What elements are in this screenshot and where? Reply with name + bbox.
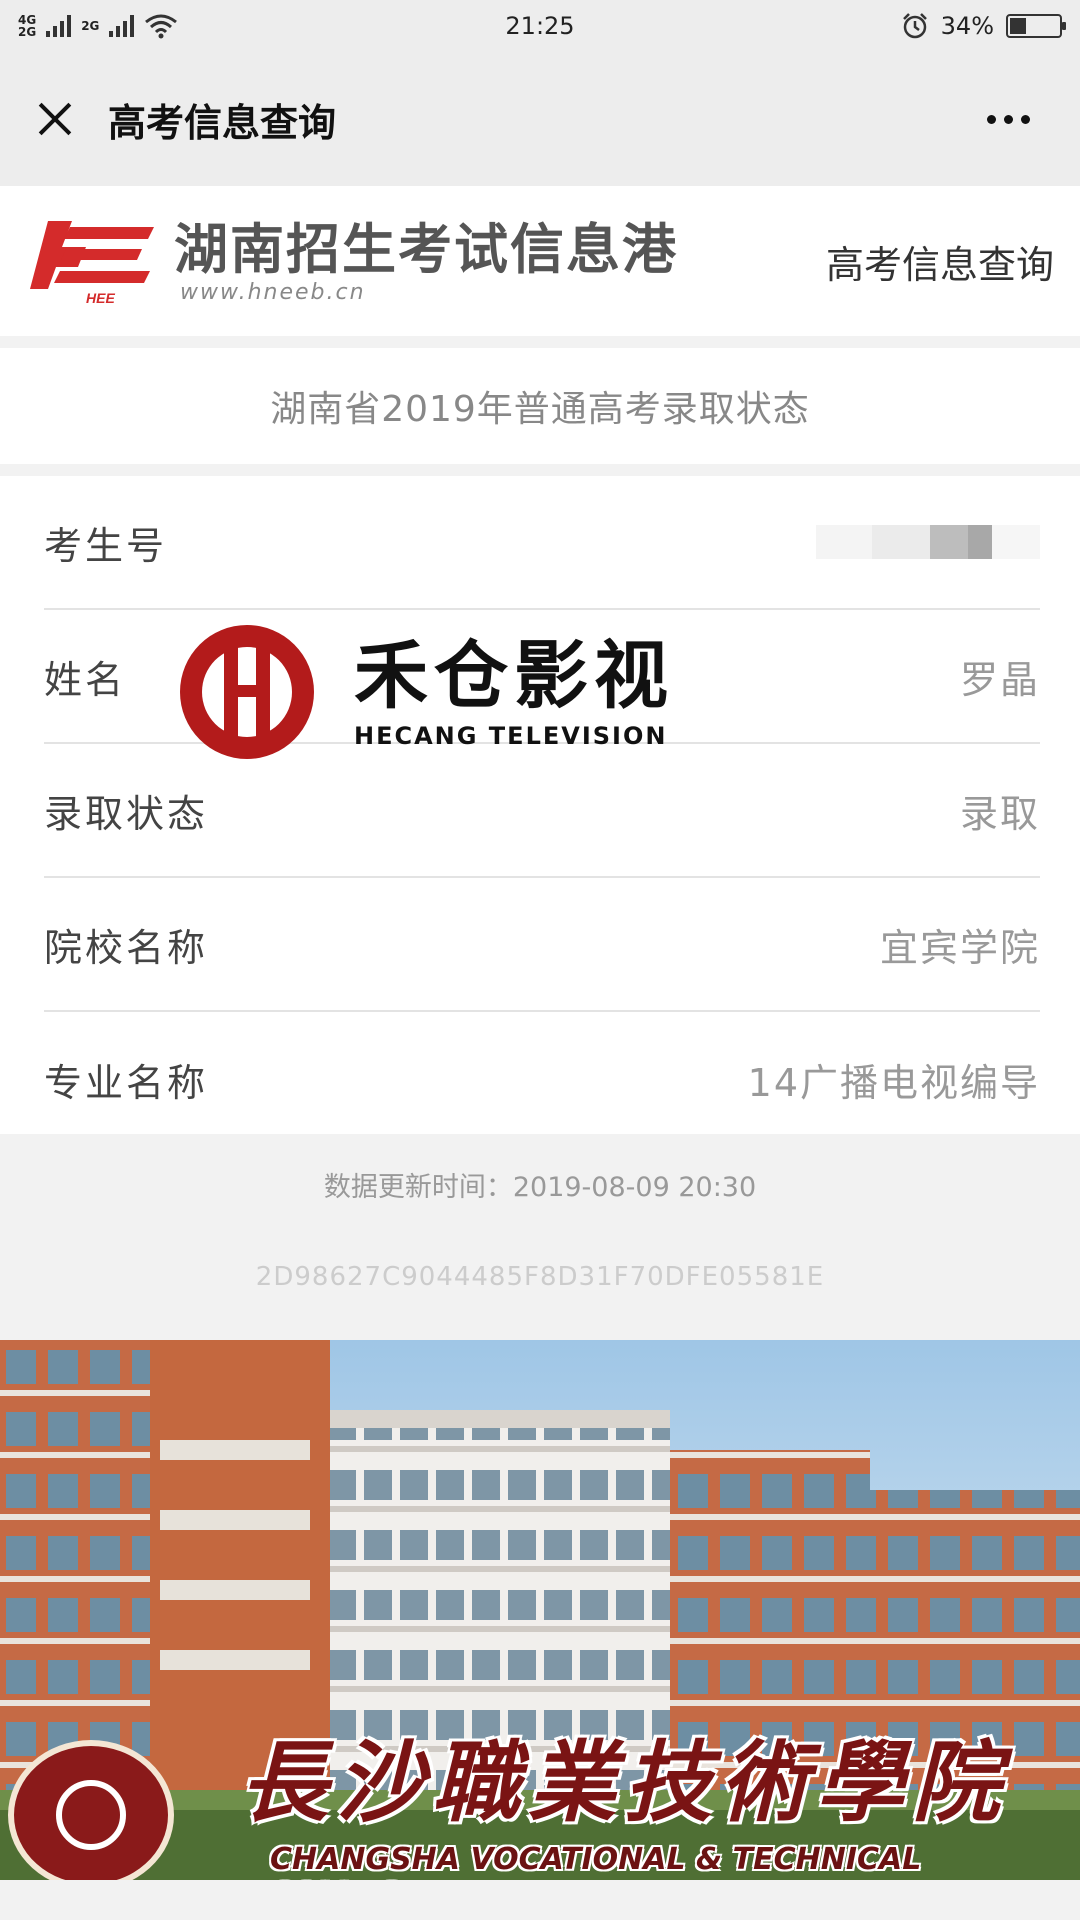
alarm-icon [902, 13, 927, 39]
network-type-bottom: 2G [18, 25, 37, 39]
watermark-logo-icon [180, 625, 314, 759]
row-school-name: 院校名称 宜宾学院 [44, 878, 1040, 1012]
signal-icon-2 [109, 15, 135, 37]
site-header: HEE 湖南招生考试信息港 www.hneeb.cn 高考信息查询 [0, 186, 1080, 336]
row-value: 罗晶 [959, 657, 1040, 702]
network-indicators: 4G 2G 2G [18, 13, 178, 39]
row-exam-number: 考生号 [44, 476, 1040, 610]
site-name-block: 湖南招生考试信息港 www.hneeb.cn [174, 218, 678, 305]
battery-icon [1006, 14, 1066, 38]
college-emblem-icon [8, 1740, 174, 1890]
watermark-en: HECANG TELEVISION [354, 722, 668, 750]
watermark-cn: 禾仓影视 [354, 633, 674, 719]
site-logo-icon: HEE [30, 221, 154, 305]
site-url: www.hneeb.cn [180, 279, 366, 305]
watermark: 禾仓影视 HECANG TELEVISION [180, 622, 740, 762]
wifi-icon [145, 14, 178, 39]
more-icon[interactable] [987, 114, 1030, 124]
update-time: 数据更新时间：2019-08-09 20:30 [323, 1172, 757, 1203]
network-type-2: 2G [81, 19, 100, 33]
row-value: 14广播电视编导 [747, 1060, 1040, 1105]
battery-fill [1010, 18, 1027, 34]
blurred-exam-number [816, 525, 1040, 559]
page-title: 高考信息查询 [108, 100, 337, 145]
row-value: 录取 [959, 791, 1040, 836]
row-label: 院校名称 [44, 925, 209, 970]
status-right: 34% [901, 12, 1066, 40]
record-hash: 2D98627C9044485F8D31F70DFE05581E [255, 1262, 825, 1292]
row-value: 宜宾学院 [879, 925, 1040, 970]
nav-bar: 高考信息查询 [0, 52, 1080, 186]
battery-percent: 34% [940, 12, 994, 40]
logo-badge: HEE [86, 290, 115, 305]
watermark-text: 禾仓影视 HECANG TELEVISION [354, 634, 674, 750]
header-query-link[interactable]: 高考信息查询 [826, 234, 1054, 289]
query-title: 湖南省2019年普通高考录取状态 [0, 348, 1080, 464]
network-type: 4G 2G [18, 14, 36, 38]
row-label: 考生号 [44, 523, 168, 568]
row-admission-status: 录取状态 录取 [44, 744, 1040, 878]
result-card: 考生号 姓名 罗晶 录取状态 录取 院校名称 宜宾学院 专业名称 14广播电视编… [0, 476, 1080, 1134]
row-label: 姓名 [44, 657, 127, 702]
row-label: 专业名称 [44, 1060, 209, 1105]
row-label: 录取状态 [44, 791, 209, 836]
status-bar: 4G 2G 2G 21:25 34% [0, 0, 1080, 52]
close-icon[interactable] [30, 94, 80, 144]
signal-icon [46, 15, 72, 37]
bottom-strip [0, 1880, 1080, 1920]
row-major-name: 专业名称 14广播电视编导 [44, 1012, 1040, 1146]
college-name-cn: 長沙職業技術學院 [240, 1730, 1009, 1834]
site-name: 湖南招生考试信息港 [174, 216, 678, 281]
